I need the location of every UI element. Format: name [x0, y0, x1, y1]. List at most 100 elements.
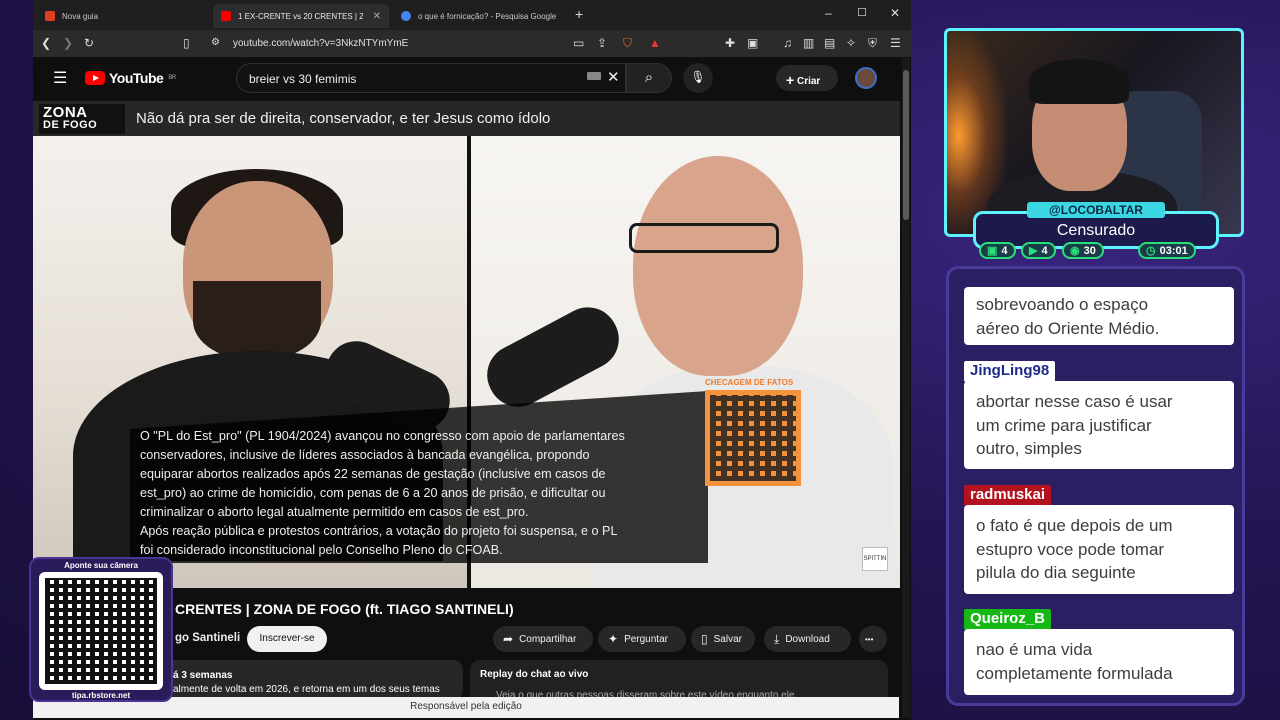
caption-line: equiparar abortos realizados após 22 sem…: [140, 467, 606, 481]
message-line: sobrevoando o espaço: [976, 295, 1149, 314]
share-page-icon[interactable]: ⇪: [597, 36, 607, 50]
chat-icon: ▣: [987, 245, 998, 257]
bookmark-icon[interactable]: ▯: [183, 36, 190, 50]
tab-title: 1 EX-CRENTE vs 20 CRENTES | ZONA D: [238, 11, 363, 21]
guest-left-beard: [193, 281, 321, 361]
stat-viewers: ◉ 30: [1062, 242, 1104, 259]
maximize-button[interactable]: ☐: [857, 6, 867, 19]
ask-button[interactable]: ✦ Perguntar: [598, 626, 686, 652]
site-info-icon[interactable]: ⚙: [211, 37, 220, 48]
vpn-icon[interactable]: ⛨: [868, 36, 877, 51]
new-tab-button[interactable]: +: [575, 6, 583, 22]
share-icon: ➦: [503, 632, 514, 646]
more-actions-button[interactable]: •••: [859, 626, 887, 652]
youtube-header: ☰ YouTube BR breier vs 30 femimis ✕ ⌕ 🎙 …: [33, 58, 903, 98]
clear-search-icon[interactable]: ✕: [607, 68, 620, 86]
donation-qr-code: [39, 572, 163, 690]
clock-icon: ◷: [1146, 245, 1156, 257]
video-icon: ▶: [1029, 245, 1038, 257]
cast-icon[interactable]: ▭: [573, 36, 584, 50]
channel-name[interactable]: go Santineli: [175, 632, 240, 644]
brave-rewards-icon[interactable]: ▲: [649, 36, 661, 50]
stat-value: 03:01: [1159, 244, 1188, 257]
url-field[interactable]: ⚙ youtube.com/watch?v=3NkzNTYmYmE: [199, 33, 585, 55]
upload-time: á 3 semanas: [173, 670, 233, 681]
media-icon[interactable]: ♫: [783, 36, 792, 50]
chat-replay-title: Replay do chat ao vivo: [480, 669, 589, 680]
address-bar-row: ❮ ❯ ↻ ▯ ⚙ youtube.com/watch?v=3NkzNTYmYm…: [33, 30, 911, 58]
action-label: Salvar: [713, 633, 742, 645]
chat-message: abortar nesse caso é usar um crime para …: [964, 381, 1234, 469]
search-input[interactable]: breier vs 30 femimis ✕: [236, 63, 626, 93]
search-button[interactable]: ⌕: [626, 63, 672, 93]
share-button[interactable]: ➦ Compartilhar: [493, 626, 593, 652]
page-scrollbar[interactable]: [902, 58, 910, 718]
wallet-icon[interactable]: ▤: [824, 36, 835, 50]
account-avatar[interactable]: [855, 67, 877, 89]
fact-check-label: CHECAGEM DE FATOS: [705, 378, 794, 387]
tab-youtube[interactable]: 1 EX-CRENTE vs 20 CRENTES | ZONA D ✕: [213, 4, 389, 28]
logo-top: ZONA: [43, 104, 88, 121]
hamburger-menu-icon[interactable]: ☰: [53, 68, 67, 88]
brave-shields-icon[interactable]: ⛉: [623, 36, 632, 51]
url-text: youtube.com/watch?v=3NkzNTYmYmE: [233, 38, 409, 49]
tab-bar: Nova guia 1 EX-CRENTE vs 20 CRENTES | ZO…: [33, 0, 911, 30]
sparkle-icon: ✦: [608, 632, 619, 646]
chat-message: o fato é que depois de um estupro voce p…: [964, 505, 1234, 594]
message-line: nao é uma vida: [976, 640, 1093, 659]
leo-ai-icon[interactable]: ✧: [846, 36, 856, 50]
youtube-logo[interactable]: YouTube BR: [85, 70, 176, 86]
action-label: Download: [785, 633, 830, 645]
video-banner-title: Não dá pra ser de direita, conservador, …: [136, 110, 551, 127]
youtube-play-icon: [85, 71, 105, 85]
streamer-handle: @LOCOBALTAR: [1027, 202, 1165, 218]
back-icon[interactable]: ❮: [41, 36, 51, 50]
description-text: almente de volta em 2026, e retorna em u…: [173, 684, 440, 695]
create-button[interactable]: + Criar: [776, 65, 838, 91]
stat-video: ▶ 4: [1021, 242, 1056, 259]
video-header-banner: ZONA DE FOGO Não dá pra ser de direita, …: [33, 101, 900, 136]
caption-line: Após reação pública e protestos contrári…: [140, 524, 618, 538]
description-box[interactable]: á 3 semanas almente de volta em 2026, e …: [153, 660, 463, 700]
sidebar-icon[interactable]: ▥: [803, 36, 814, 50]
message-line: estupro voce pode tomar: [976, 539, 1165, 559]
glasses: [629, 223, 779, 253]
download-button[interactable]: ⤓ Download: [764, 626, 851, 652]
tab-google[interactable]: o que é fornicação? - Pesquisa Google: [393, 4, 573, 28]
subscribe-button[interactable]: Inscrever-se: [247, 626, 327, 652]
stat-value: 4: [1001, 244, 1008, 257]
chat-overlay: sobrevoando o espaço aéreo do Oriente Mé…: [946, 266, 1245, 706]
message-line: um crime para justificar: [976, 415, 1152, 435]
message-line: outro, simples: [976, 439, 1082, 458]
menu-icon[interactable]: ☰: [890, 36, 901, 50]
close-tab-icon[interactable]: ✕: [373, 11, 381, 22]
keyboard-icon[interactable]: [587, 72, 601, 80]
reload-icon[interactable]: ↻: [84, 36, 94, 50]
zona-de-fogo-logo: ZONA DE FOGO: [39, 104, 125, 134]
forward-icon[interactable]: ❯: [63, 36, 73, 50]
minimize-button[interactable]: –: [825, 6, 832, 20]
brave-icon: [45, 11, 55, 21]
extensions-icon[interactable]: ✚: [725, 36, 735, 50]
chat-username: radmuskai: [964, 485, 1052, 506]
stat-value: 30: [1083, 244, 1096, 257]
download-icon: ⤓: [774, 631, 780, 646]
channel-watermark: SPITTIN: [862, 547, 888, 571]
tab-title: Nova guia: [62, 11, 99, 21]
close-window-button[interactable]: ✕: [890, 6, 900, 20]
create-label: Criar: [796, 76, 821, 87]
tab-new-tab[interactable]: Nova guia: [37, 4, 209, 28]
screenshot-icon[interactable]: ▣: [747, 36, 758, 50]
message-line: o fato é que depois de um: [976, 516, 1173, 535]
action-label: Perguntar: [624, 633, 668, 645]
caption-line: est_pro) ao crime de homicídio, com pena…: [140, 486, 606, 500]
fact-check-qr-code: [705, 390, 801, 486]
microphone-icon: 🎙: [690, 70, 706, 84]
chat-username: Queiroz_B: [964, 609, 1052, 630]
video-player[interactable]: ZONA DE FOGO Não dá pra ser de direita, …: [33, 101, 900, 588]
stat-value: 4: [1041, 244, 1048, 257]
message-line: aéreo do Oriente Médio.: [976, 318, 1160, 338]
voice-search-button[interactable]: 🎙: [683, 63, 713, 93]
qr-title: Aponte sua câmera: [64, 561, 138, 570]
save-button[interactable]: ▯ Salvar: [691, 626, 755, 652]
